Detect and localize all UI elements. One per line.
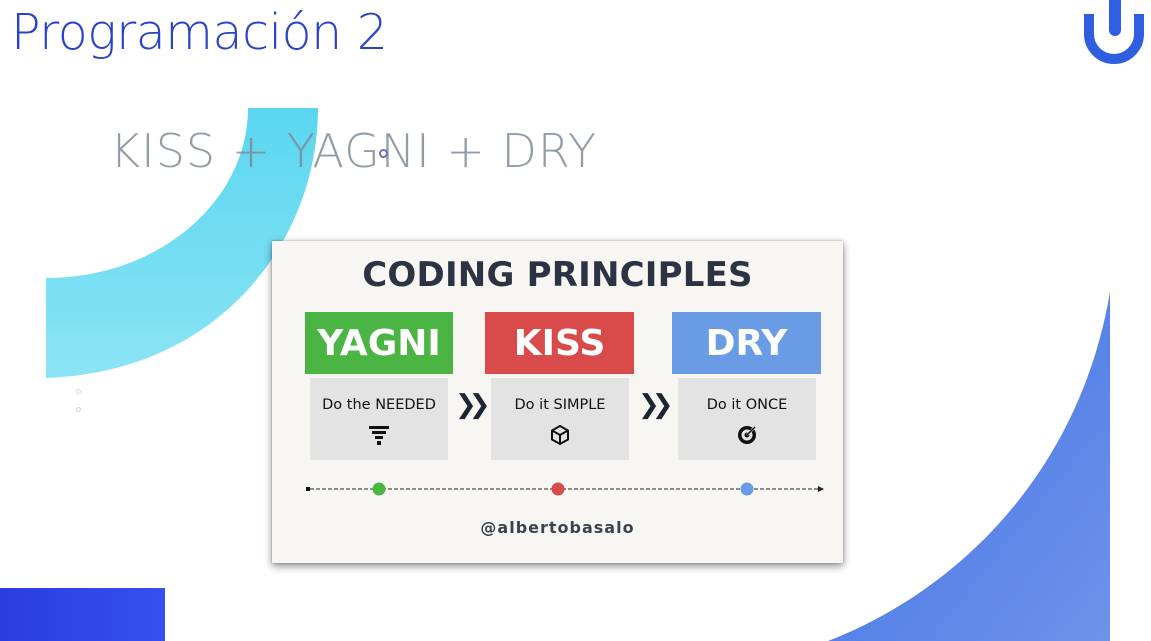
cube-icon [551, 425, 569, 445]
principle-description: Do it ONCE [706, 397, 788, 413]
principle-body-dry: Do it ONCE [678, 378, 816, 460]
principle-name: KISS [513, 322, 606, 364]
target-icon [738, 425, 757, 444]
slide-title: Programación 2 [11, 4, 388, 61]
principle-header-kiss: KISS [485, 312, 634, 374]
card-title: CODING PRINCIPLES [362, 255, 753, 295]
timeline-dot-kiss [551, 482, 565, 496]
slide-subtitle: KISS + YAGNI + DRY [110, 124, 598, 178]
principle-body-yagni: Do the NEEDED [310, 378, 448, 460]
principle-header-dry: DRY [672, 312, 821, 374]
timeline-dot-dry [740, 482, 754, 496]
timeline-dot-yagni [372, 482, 386, 496]
principle-description: Do it SIMPLE [514, 397, 606, 413]
timeline [306, 482, 824, 496]
principle-name: YAGNI [317, 322, 441, 364]
author-handle: @albertobasalo [480, 518, 635, 537]
principle-description: Do the NEEDED [322, 397, 436, 413]
cursor-pointer [379, 149, 388, 158]
principle-body-kiss: Do it SIMPLE [491, 378, 629, 460]
chevron-right-icon: ❯❯ [638, 390, 673, 420]
principle-name: DRY [705, 322, 788, 364]
blue-arc-shape [828, 292, 1110, 641]
logo-icon [1084, 0, 1144, 64]
principle-header-yagni: YAGNI [305, 312, 453, 374]
coding-principles-image: CODING PRINCIPLES YAGNI Do the NEEDED ❯❯… [272, 241, 843, 563]
funnel-icon [369, 426, 389, 445]
decorative-dot [76, 407, 81, 412]
bottom-accent-block [0, 588, 165, 641]
decorative-dot [76, 389, 81, 394]
chevron-right-icon: ❯❯ [455, 390, 490, 420]
